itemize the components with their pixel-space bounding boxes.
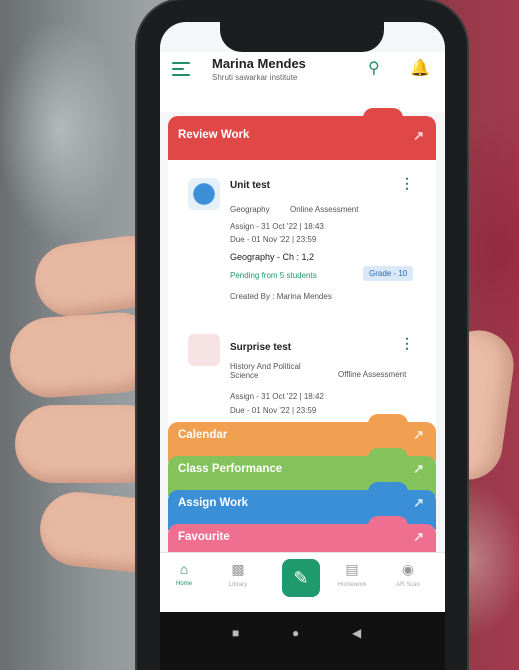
band-tab [368, 516, 408, 526]
card-subject: Geography [230, 205, 270, 214]
arrow-up-right-icon[interactable]: ↗ [413, 128, 424, 144]
band-tab [368, 482, 408, 492]
hamburger-icon[interactable] [172, 62, 190, 76]
library-icon: ▩ [231, 561, 245, 577]
arrow-up-right-icon[interactable]: ↗ [413, 529, 424, 545]
nav-home[interactable]: ⌂ Home [164, 561, 204, 587]
band-tab [368, 414, 408, 424]
assign-work-label: Assign Work [178, 497, 249, 509]
flag-icon [188, 334, 220, 366]
arrow-up-right-icon[interactable]: ↗ [413, 427, 424, 443]
homework-icon: ▤ [345, 561, 359, 577]
app-header: Marina Mendes Shruti sawarkar institute … [160, 52, 445, 112]
bottom-nav: ⌂ Home ▩ Library ✎ ▤ Homework ◉ AR Scan [160, 552, 445, 612]
review-work-label: Review Work [178, 129, 250, 141]
nav-ar-scan-label: AR Scan [396, 582, 420, 588]
system-nav-bar: ■ ● ◀ [160, 612, 445, 670]
back-icon[interactable]: ◀ [352, 626, 361, 640]
calendar-label: Calendar [178, 429, 228, 441]
card-title: Surprise test [230, 342, 292, 353]
nav-homework-label: Homework [337, 582, 367, 588]
globe-icon [188, 178, 220, 210]
card-type: Offline Assessment [338, 370, 407, 379]
card-subject: History And Political Science [230, 362, 301, 380]
arrow-up-right-icon[interactable]: ↗ [413, 495, 424, 511]
home-button-icon[interactable]: ● [292, 626, 299, 640]
card-chapter: Geography - Ch : 1,2 [230, 252, 315, 262]
nav-home-label: Home [175, 581, 192, 587]
card-title: Unit test [230, 180, 270, 191]
arrow-up-right-icon[interactable]: ↗ [413, 461, 424, 477]
card-assign-date: Assign - 31 Oct '22 | 18:43 [230, 222, 324, 231]
home-icon: ⌂ [179, 561, 189, 577]
card-assign-date: Assign - 31 Oct '22 | 18:42 [230, 392, 324, 401]
favourite-label: Favourite [178, 531, 230, 543]
nav-library[interactable]: ▩ Library [218, 561, 258, 588]
nav-library-label: Library [228, 582, 248, 588]
card-due-date: Due - 01 Nov '22 | 23:59 [230, 235, 317, 244]
user-name: Marina Mendes [212, 56, 306, 71]
more-options-icon[interactable]: ⋮ [400, 336, 414, 350]
institute-name: Shruti sawarkar institute [212, 73, 298, 82]
work-card[interactable]: Unit test ⋮ Geography Online Assessment … [168, 160, 436, 320]
band-tab [363, 108, 403, 118]
pencil-icon[interactable]: ✎ [282, 559, 320, 597]
phone-notch [220, 22, 384, 52]
card-type: Online Assessment [290, 205, 359, 214]
grade-badge: Grade - 10 [363, 266, 414, 281]
class-performance-label: Class Performance [178, 463, 283, 475]
app-screen: Marina Mendes Shruti sawarkar institute … [160, 22, 445, 612]
card-pending-status: Pending from 5 students [230, 271, 317, 280]
card-due-date: Due - 01 Nov '22 | 23:59 [230, 406, 317, 415]
band-tab [368, 448, 408, 458]
card-created-by: Created By : Marina Mendes [230, 292, 332, 301]
more-options-icon[interactable]: ⋮ [400, 176, 414, 190]
dashboard-content: Review Work ↗ Unit test ⋮ Geography Onli… [160, 108, 445, 582]
nav-homework[interactable]: ▤ Homework [332, 561, 372, 588]
camera-icon: ◉ [401, 561, 415, 577]
review-work-band[interactable]: Review Work ↗ [168, 108, 436, 160]
recent-apps-icon[interactable]: ■ [232, 626, 239, 640]
bell-icon[interactable]: 🔔 [410, 58, 430, 78]
search-icon[interactable]: ⚲ [368, 58, 380, 78]
nav-ar-scan[interactable]: ◉ AR Scan [388, 561, 428, 588]
